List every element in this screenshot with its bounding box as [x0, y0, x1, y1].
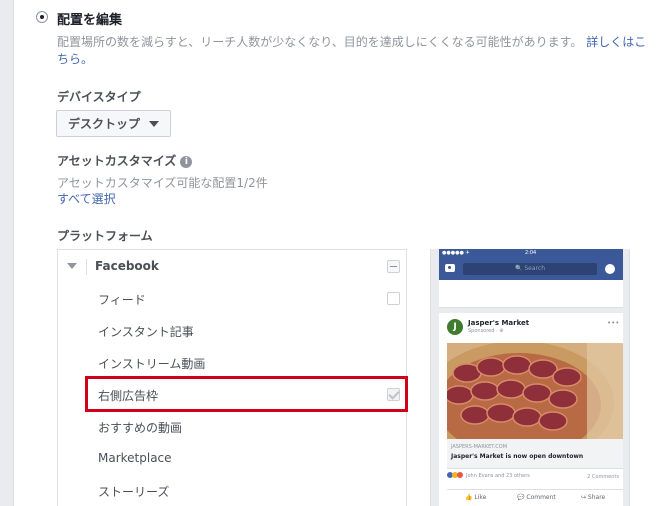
- reactions-row: John Evans and 23 others 2 Comments: [447, 472, 623, 484]
- left-sidebar-strip: [0, 0, 14, 506]
- select-all-link[interactable]: すべて選択: [57, 190, 116, 207]
- learn-more-link[interactable]: 詳しくはこ: [586, 35, 646, 49]
- collapse-triangle-icon[interactable]: [67, 263, 77, 269]
- placement-item-marketplace[interactable]: Marketplace: [98, 451, 172, 465]
- device-type-label: デバイスタイプ: [57, 90, 141, 104]
- edit-placement-title: 配置を編集: [57, 13, 123, 28]
- advertiser-logo: J: [447, 319, 463, 335]
- post-actions: 👍 Like 💬 Comment ↪ Share: [447, 489, 623, 506]
- edit-placement-radio[interactable]: [36, 11, 48, 23]
- device-type-value: デスクトップ: [68, 117, 141, 131]
- comment-button: 💬 Comment: [517, 494, 556, 501]
- messenger-icon: [605, 264, 615, 274]
- highlight-box: [85, 376, 408, 412]
- signal-indicator: ●●●●● ✈: [442, 250, 470, 256]
- placement-item-feed[interactable]: フィード: [98, 291, 146, 308]
- link-caption: JASPERS-MARKET.COM Jasper's Market is no…: [447, 439, 623, 469]
- reaction-count: John Evans and 23 others: [466, 473, 530, 479]
- ad-image: [447, 343, 623, 439]
- asset-customize-text: アセットカスタマイズ: [57, 154, 177, 168]
- placement-description: 配置場所の数を減らすと、リーチ人数が少なくなり、目的を達成しにくくなる可能性があ…: [57, 34, 657, 68]
- link-domain: JASPERS-MARKET.COM: [451, 444, 508, 450]
- ad-card: J Jasper's Market Sponsored · ⊕ ••• JASP…: [439, 313, 623, 506]
- asset-customize-label: アセットカスタマイズ i: [57, 152, 193, 169]
- fb-search-bar: 🔍 Search: [439, 258, 623, 280]
- info-icon[interactable]: i: [180, 156, 193, 168]
- sponsored-label: Sponsored · ⊕: [468, 328, 504, 334]
- phone-status-bar: ●●●●● ✈ 2:04: [439, 249, 623, 258]
- like-button: 👍 Like: [465, 494, 487, 501]
- placement-warning-text: 配置場所の数を減らすと、リーチ人数が少なくなり、目的を達成しにくくなる可能性があ…: [57, 35, 587, 49]
- love-reaction-icon: [457, 472, 463, 478]
- search-input: 🔍 Search: [463, 263, 597, 275]
- more-icon: •••: [607, 319, 620, 327]
- divider: [86, 259, 87, 275]
- ad-headline: Jasper's Market is now open downtown: [451, 453, 584, 460]
- camera-icon: [445, 264, 455, 272]
- device-type-dropdown[interactable]: デスクトップ: [56, 110, 171, 137]
- feed-checkbox[interactable]: [387, 292, 400, 305]
- status-time: 2:04: [525, 250, 537, 256]
- facebook-group-row[interactable]: Facebook: [58, 250, 406, 284]
- fig-tart-image: [447, 343, 623, 439]
- previous-post-stub: [439, 280, 623, 308]
- comment-count: 2 Comments: [587, 474, 619, 480]
- asset-customize-subtext: アセットカスタマイズ可能な配置1/2件: [57, 176, 268, 190]
- share-button: ↪ Share: [581, 494, 606, 501]
- placement-item-stories[interactable]: ストーリーズ: [98, 483, 169, 500]
- caret-down-icon: [149, 120, 160, 127]
- ad-preview: ●●●●● ✈ 2:04 🔍 Search J Jasper's Market …: [430, 249, 630, 506]
- placement-item-instream-video[interactable]: インストリーム動画: [98, 355, 205, 372]
- placement-item-suggested-video[interactable]: おすすめの動画: [98, 419, 182, 436]
- platform-label: プラットフォーム: [57, 229, 153, 243]
- facebook-group-checkbox[interactable]: [387, 260, 400, 273]
- advertiser-name: Jasper's Market: [468, 319, 530, 327]
- placement-item-instant-articles[interactable]: インスタント記事: [98, 323, 194, 340]
- learn-more-link-cont[interactable]: ちら。: [57, 52, 93, 66]
- facebook-group-label: Facebook: [95, 259, 159, 273]
